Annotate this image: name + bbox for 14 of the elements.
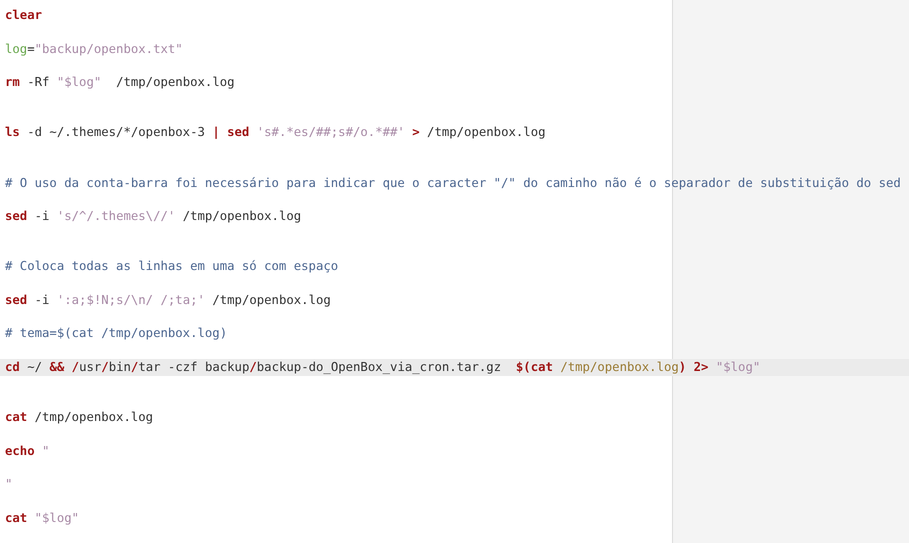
code-line: log="backup/openbox.txt" (4, 40, 183, 58)
code-line: echo " (4, 442, 50, 460)
code-line: cd ~/ && /usr/bin/tar -czf backup/backup-do_OpenBox_via_cron.tar.gz $(cat /tmp/openbox.log) 2> "$log" (4, 358, 760, 376)
code-line: rm -Rf "$log" /tmp/openbox.log (4, 74, 235, 91)
code-line: " (4, 476, 12, 493)
code-line: cat /tmp/openbox.log (4, 409, 154, 426)
code-line: ls -d ~/.themes/*/openbox-3 | sed 's#.*es/##;s#/o.*##' > /tmp/openbox.log (4, 124, 546, 141)
code-line: sed -i 's/^/.themes\//' /tmp/openbox.log (4, 208, 302, 225)
code-line: # tema=$(cat /tmp/openbox.log) (4, 325, 228, 342)
code-line: cat "$log" (4, 510, 80, 526)
code-line: sed -i ':a;$!N;s/\n/ /;ta;' /tmp/openbox.log (4, 292, 331, 308)
code-line: # O uso da conta-barra foi necessário para indicar que o caracter "/" do caminho não é o separador de substituição do sed (4, 174, 901, 192)
code-line: # Coloca todas as linhas em uma só com espaço (4, 258, 338, 275)
code-line: clear (4, 7, 42, 24)
